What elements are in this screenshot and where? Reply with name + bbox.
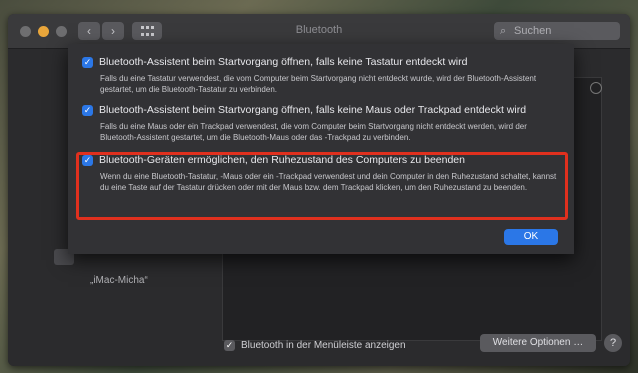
option-description: Falls du eine Maus oder ein Trackpad ver… <box>100 122 527 142</box>
option-mouse-assistant: ✓ Bluetooth-Assistent beim Startvorgang … <box>82 104 562 143</box>
option-title: Bluetooth-Assistent beim Startvorgang öf… <box>99 56 468 68</box>
option-title: Bluetooth-Assistent beim Startvorgang öf… <box>99 104 527 116</box>
more-options-button[interactable]: Weitere Optionen … <box>480 334 596 352</box>
highlight-annotation <box>76 152 568 220</box>
search-placeholder: Suchen <box>514 25 552 37</box>
device-name-label: „iMac-Micha“ <box>90 275 148 286</box>
option-description: Falls du eine Tastatur verwendest, die v… <box>100 74 537 94</box>
option-keyboard-assistant: ✓ Bluetooth-Assistent beim Startvorgang … <box>82 56 562 95</box>
checkmark-icon[interactable]: ✓ <box>82 56 93 68</box>
search-input[interactable]: ⌕ Suchen <box>494 22 620 40</box>
ok-button[interactable]: OK <box>504 229 558 245</box>
checkmark-icon: ✓ <box>224 339 235 351</box>
checkmark-icon[interactable]: ✓ <box>82 104 93 116</box>
show-in-menubar-label: Bluetooth in der Menüleiste anzeigen <box>241 339 406 351</box>
help-icon[interactable]: ? <box>604 334 622 352</box>
advanced-options-sheet: ✓ Bluetooth-Assistent beim Startvorgang … <box>68 44 574 254</box>
info-icon <box>590 82 602 94</box>
search-icon: ⌕ <box>500 25 507 37</box>
show-in-menubar-checkbox[interactable]: ✓ Bluetooth in der Menüleiste anzeigen <box>224 337 406 353</box>
